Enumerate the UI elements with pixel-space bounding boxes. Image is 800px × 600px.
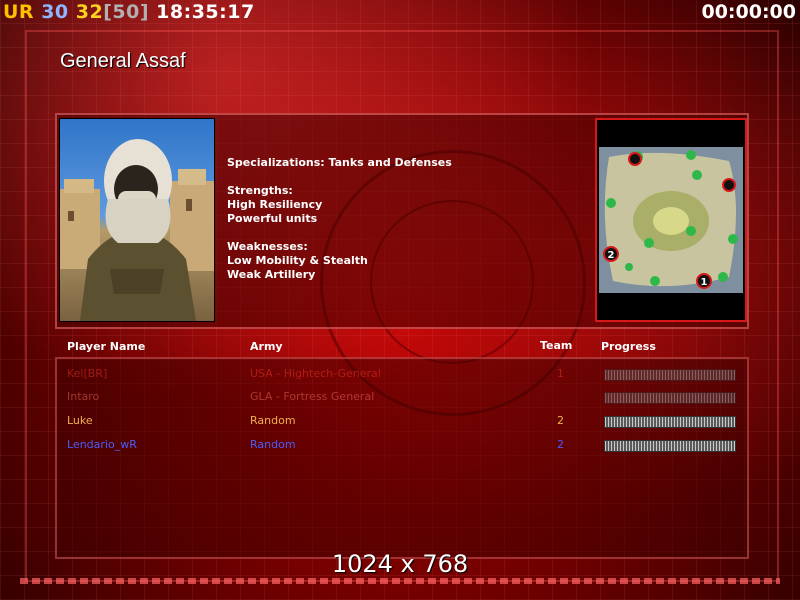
svg-text:2: 2 xyxy=(608,250,615,261)
player-team: 2 xyxy=(557,414,564,427)
general-name: General Assaf xyxy=(60,50,186,72)
strengths-title: Strengths: xyxy=(227,184,293,197)
players-panel xyxy=(55,357,749,559)
player-army: Random xyxy=(250,414,296,427)
player-name: Lendario_wR xyxy=(67,438,137,451)
strength-item: High Resiliency xyxy=(227,198,323,211)
progress-bar xyxy=(604,369,736,381)
hud-count-max: [50] xyxy=(103,1,150,23)
header-army: Army xyxy=(250,340,283,353)
hud-stats: UR 30 32[50] 18:35:17 xyxy=(3,1,255,23)
player-team: 2 xyxy=(557,438,564,451)
hud-count-b: 32 xyxy=(75,1,104,23)
bottom-stripe xyxy=(20,578,780,584)
hud-count-a: 30 xyxy=(41,1,69,23)
header-team: Team xyxy=(540,339,573,352)
player-name: Luke xyxy=(67,414,93,427)
weakness-item: Weak Artillery xyxy=(227,268,316,281)
hud-clock: 18:35:17 xyxy=(156,1,255,23)
hud-ur: UR xyxy=(3,1,35,23)
header-progress: Progress xyxy=(601,340,656,353)
start-position-1: 1 xyxy=(696,273,712,289)
strength-item: Powerful units xyxy=(227,212,318,225)
general-description: Specializations: Tanks and Defenses Stre… xyxy=(227,156,452,282)
minimap[interactable]: 2 1 xyxy=(595,118,747,322)
progress-bar xyxy=(604,440,736,452)
player-name: Intaro xyxy=(67,390,100,403)
resolution-label: 1024 x 768 xyxy=(331,550,469,578)
player-row: Luke Random 2 xyxy=(67,413,747,431)
progress-bar xyxy=(604,416,736,428)
player-team: 1 xyxy=(557,367,564,380)
player-row: Intaro GLA - Fortress General xyxy=(67,389,747,407)
start-position-2: 2 xyxy=(603,246,619,262)
weakness-item: Low Mobility & Stealth xyxy=(227,254,368,267)
svg-text:1: 1 xyxy=(701,277,708,288)
specializations-text: Specializations: Tanks and Defenses xyxy=(227,156,452,169)
player-row: Lendario_wR Random 2 xyxy=(67,437,747,455)
player-army: GLA - Fortress General xyxy=(250,390,375,403)
general-portrait xyxy=(59,118,215,322)
player-row: Kel[BR] USA - Hightech-General 1 xyxy=(67,366,747,384)
player-army: USA - Hightech-General xyxy=(250,367,381,380)
hud-elapsed: 00:00:00 xyxy=(701,1,796,23)
player-army: Random xyxy=(250,438,296,451)
start-markers: 2 1 xyxy=(603,246,712,289)
header-player-name: Player Name xyxy=(67,340,146,353)
weaknesses-title: Weaknesses: xyxy=(227,240,308,253)
progress-bar xyxy=(604,392,736,404)
player-name: Kel[BR] xyxy=(67,367,108,380)
